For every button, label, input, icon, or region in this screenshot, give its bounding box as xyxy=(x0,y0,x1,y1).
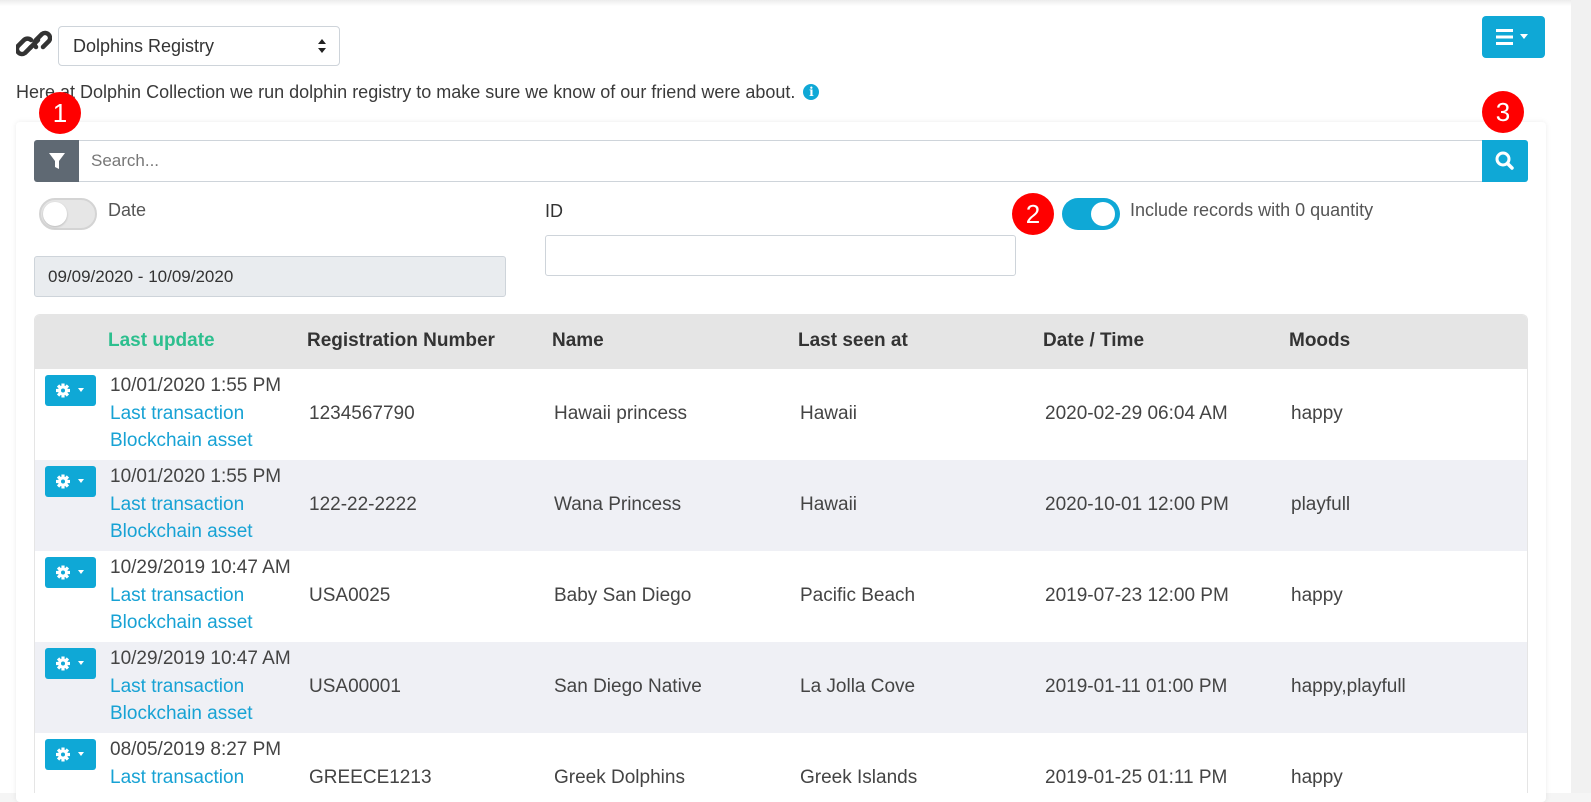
blockchain-asset-link[interactable]: Blockchain asset xyxy=(110,612,253,634)
moods: happy,playfull xyxy=(1291,676,1406,697)
seen-date-time: 2020-10-01 12:00 PM xyxy=(1045,494,1229,515)
annotation-badge-3: 3 xyxy=(1482,91,1524,133)
moods: happy xyxy=(1291,403,1343,424)
description-text: Here at Dolphin Collection we run dolphi… xyxy=(16,82,796,102)
row-actions-button[interactable] xyxy=(45,739,96,770)
column-moods[interactable]: Moods xyxy=(1289,330,1350,352)
gear-icon xyxy=(56,565,84,580)
id-label: ID xyxy=(545,201,563,221)
include-zero-toggle[interactable] xyxy=(1062,198,1120,230)
scrollbar-track[interactable] xyxy=(1571,0,1591,793)
registration-number: USA00001 xyxy=(309,676,401,697)
table-header: Last update Registration Number Name Las… xyxy=(35,315,1527,369)
seen-date-time: 2020-02-29 06:04 AM xyxy=(1045,403,1228,424)
gear-icon xyxy=(56,474,84,489)
gear-icon xyxy=(56,747,84,762)
column-last-update[interactable]: Last update xyxy=(108,330,215,352)
column-date-time[interactable]: Date / Time xyxy=(1043,330,1144,352)
top-shadow xyxy=(0,0,1591,6)
registration-number: 1234567790 xyxy=(309,403,415,424)
column-registration-number[interactable]: Registration Number xyxy=(307,330,495,352)
last-update-value: 10/01/2020 1:55 PM xyxy=(110,375,282,396)
last-update-value: 10/29/2019 10:47 AM xyxy=(110,557,291,578)
annotation-badge-2: 2 xyxy=(1012,193,1054,235)
last-transaction-link[interactable]: Last transaction xyxy=(110,494,244,516)
registration-number: GREECE1213 xyxy=(309,767,432,788)
blockchain-asset-link[interactable]: Blockchain asset xyxy=(110,430,253,452)
last-transaction-link[interactable]: Last transaction xyxy=(110,676,244,698)
last-seen-location: Hawaii xyxy=(800,403,858,424)
dolphin-name: Baby San Diego xyxy=(554,585,692,606)
table-row: 10/29/2019 10:47 AM Last transaction Blo… xyxy=(35,551,1527,642)
info-icon[interactable]: i xyxy=(803,84,820,100)
link-icon xyxy=(16,30,52,57)
dolphin-name: Greek Dolphins xyxy=(554,767,685,788)
row-actions-button[interactable] xyxy=(45,557,96,588)
column-last-seen[interactable]: Last seen at xyxy=(798,330,908,352)
seen-date-time: 2019-01-25 01:11 PM xyxy=(1045,767,1228,788)
gear-icon xyxy=(56,383,84,398)
toggle-knob xyxy=(1091,202,1115,226)
registry-select[interactable]: Dolphins Registry xyxy=(58,26,340,66)
seen-date-time: 2019-01-11 01:00 PM xyxy=(1045,676,1228,697)
row-actions-button[interactable] xyxy=(45,375,96,406)
last-update-value: 10/29/2019 10:47 AM xyxy=(110,648,291,669)
row-actions-button[interactable] xyxy=(45,648,96,679)
last-seen-location: Greek Islands xyxy=(800,767,918,788)
dolphin-name: San Diego Native xyxy=(554,676,702,697)
gear-icon xyxy=(56,656,84,671)
moods: playfull xyxy=(1291,494,1351,515)
moods: happy xyxy=(1291,585,1343,606)
last-seen-location: Hawaii xyxy=(800,494,858,515)
table-row: 10/01/2020 1:55 PM Last transaction Bloc… xyxy=(35,369,1527,460)
registration-number: USA0025 xyxy=(309,585,391,606)
blockchain-asset-link[interactable]: Blockchain asset xyxy=(110,521,253,543)
last-update-value: 10/01/2020 1:55 PM xyxy=(110,466,282,487)
page-description: Here at Dolphin Collection we run dolphi… xyxy=(16,82,820,103)
seen-date-time: 2019-07-23 12:00 PM xyxy=(1045,585,1229,606)
include-zero-label: Include records with 0 quantity xyxy=(1130,200,1374,220)
column-name[interactable]: Name xyxy=(552,330,604,352)
search-icon xyxy=(1495,151,1514,170)
hamburger-icon xyxy=(1496,29,1528,45)
last-transaction-link[interactable]: Last transaction xyxy=(110,403,244,425)
select-arrows-icon xyxy=(318,39,326,53)
registration-number: 122-22-2222 xyxy=(309,494,417,515)
date-toggle[interactable] xyxy=(39,198,97,230)
annotation-badge-1: 1 xyxy=(39,92,81,134)
search-button[interactable] xyxy=(1482,140,1528,182)
last-seen-location: La Jolla Cove xyxy=(800,676,916,697)
menu-button[interactable] xyxy=(1482,16,1545,58)
filter-icon xyxy=(49,153,65,169)
registry-table: Last update Registration Number Name Las… xyxy=(34,314,1528,793)
date-range-input[interactable]: 09/09/2020 - 10/09/2020 xyxy=(34,256,506,297)
moods: happy xyxy=(1291,767,1343,788)
search-input[interactable] xyxy=(79,140,1483,182)
dolphin-name: Wana Princess xyxy=(554,494,682,515)
dolphin-name: Hawaii princess xyxy=(554,403,688,424)
last-transaction-link[interactable]: Last transaction xyxy=(110,767,244,789)
last-seen-location: Pacific Beach xyxy=(800,585,916,606)
last-update-value: 08/05/2019 8:27 PM xyxy=(110,739,282,760)
date-toggle-label: Date xyxy=(108,200,147,220)
blockchain-asset-link[interactable]: Blockchain asset xyxy=(110,703,253,725)
registry-select-value: Dolphins Registry xyxy=(73,36,215,56)
id-input[interactable] xyxy=(545,235,1016,276)
table-row: 08/05/2019 8:27 PM Last transaction Bloc… xyxy=(35,733,1527,793)
last-transaction-link[interactable]: Last transaction xyxy=(110,585,244,607)
table-row: 10/29/2019 10:47 AM Last transaction Blo… xyxy=(35,642,1527,733)
table-row: 10/01/2020 1:55 PM Last transaction Bloc… xyxy=(35,460,1527,551)
filter-button[interactable] xyxy=(34,140,80,182)
toggle-knob xyxy=(43,202,67,226)
row-actions-button[interactable] xyxy=(45,466,96,497)
